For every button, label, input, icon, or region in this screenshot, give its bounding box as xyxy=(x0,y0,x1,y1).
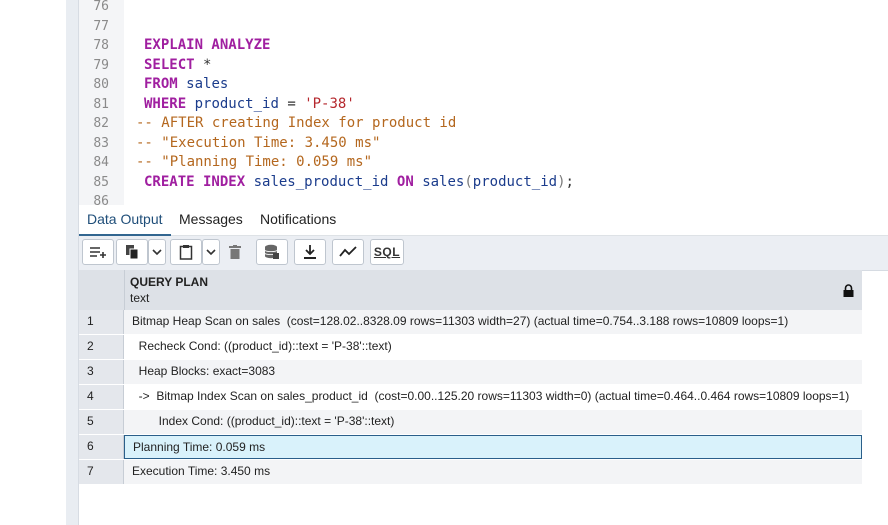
paste-button[interactable] xyxy=(170,239,202,265)
download-icon xyxy=(304,245,316,259)
query-plan-cell[interactable]: Heap Blocks: exact=3083 xyxy=(124,360,862,384)
line-number: 84 xyxy=(93,155,109,170)
code-text: WHERE product_id = 'P-38' xyxy=(144,95,355,112)
line-number: 80 xyxy=(93,77,109,92)
column-header-type: text xyxy=(130,291,150,305)
code-text: FROM sales xyxy=(144,76,229,92)
row-number[interactable]: 2 xyxy=(79,335,124,359)
line-number: 85 xyxy=(93,174,109,190)
add-row-button[interactable] xyxy=(82,239,114,265)
table-row[interactable]: 3 Heap Blocks: exact=3083 xyxy=(79,360,862,384)
editor-line[interactable]: 84 -- "Planning Time: 0.059 ms" xyxy=(79,153,372,173)
table-row[interactable]: 2 Recheck Cond: ((product_id)::text = 'P… xyxy=(79,335,862,359)
table-row[interactable]: 1 Bitmap Heap Scan on sales (cost=128.02.… xyxy=(79,310,862,334)
line-number: 76 xyxy=(93,0,109,14)
row-number[interactable]: 6 xyxy=(79,435,124,459)
query-plan-cell[interactable]: Bitmap Heap Scan on sales (cost=128.02..… xyxy=(124,310,862,334)
editor-line[interactable]: 83 -- "Execution Time: 3.450 ms" xyxy=(79,134,380,154)
sql-editor[interactable]: 76 77 78 EXPLAIN ANALYZE 79 SELECT * 80 FROM sa… xyxy=(79,0,888,205)
row-number-header[interactable] xyxy=(79,270,125,310)
table-row[interactable]: 5 Index Cond: ((product_id)::text = 'P-3… xyxy=(79,410,862,434)
copy-icon xyxy=(126,245,139,260)
code-text: EXPLAIN ANALYZE xyxy=(144,37,271,53)
line-chart-icon xyxy=(339,246,357,257)
line-number: 77 xyxy=(93,18,109,34)
tab-messages[interactable]: Messages xyxy=(171,205,251,234)
row-number[interactable]: 5 xyxy=(79,410,124,434)
query-plan-cell[interactable]: Index Cond: ((product_id)::text = 'P-38'… xyxy=(124,410,862,434)
editor-line[interactable]: 79 SELECT * xyxy=(79,56,211,76)
save-data-button[interactable] xyxy=(256,239,288,265)
database-save-icon xyxy=(264,244,279,259)
copy-button[interactable] xyxy=(116,239,148,265)
line-number: 82 xyxy=(93,116,109,131)
chevron-down-icon xyxy=(206,249,216,256)
editor-line[interactable]: 80 FROM sales xyxy=(79,75,228,95)
line-number: 81 xyxy=(93,96,109,112)
code-text: -- "Execution Time: 3.450 ms" xyxy=(136,134,381,151)
editor-line[interactable]: 86 xyxy=(79,192,109,205)
editor-line[interactable]: 85 CREATE INDEX sales_product_id ON sales… xyxy=(79,173,574,193)
copy-options-dropdown[interactable] xyxy=(148,239,166,265)
line-number: 79 xyxy=(93,57,109,73)
code-text: CREATE INDEX sales_product_id ON sales(p… xyxy=(144,173,574,190)
code-text: -- AFTER creating Index for product id xyxy=(136,115,457,131)
row-number[interactable]: 1 xyxy=(79,310,124,334)
line-number: 83 xyxy=(93,135,109,151)
add-row-icon xyxy=(90,247,106,258)
paste-options-dropdown[interactable] xyxy=(202,239,220,265)
trash-icon xyxy=(229,245,241,259)
sql-label: SQL xyxy=(373,245,401,259)
editor-line[interactable]: 82 -- AFTER creating Index for product id xyxy=(79,114,456,134)
grid-header: QUERY PLAN text xyxy=(79,270,862,311)
editor-line[interactable]: 78 EXPLAIN ANALYZE xyxy=(79,36,270,56)
editor-line[interactable]: 76 xyxy=(79,0,109,17)
table-row[interactable]: 6 Planning Time: 0.059 ms xyxy=(79,435,862,459)
lock-icon xyxy=(843,284,854,300)
left-panel xyxy=(0,0,79,525)
row-number[interactable]: 4 xyxy=(79,385,124,409)
query-plan-cell[interactable]: Execution Time: 3.450 ms xyxy=(124,460,862,484)
download-button[interactable] xyxy=(294,239,326,265)
clipboard-icon xyxy=(179,245,193,260)
code-text: SELECT * xyxy=(144,56,212,73)
editor-line[interactable]: 77 xyxy=(79,17,109,37)
table-row[interactable]: 4 -> Bitmap Index Scan on sales_product_… xyxy=(79,385,862,409)
row-number[interactable]: 3 xyxy=(79,360,124,384)
chevron-down-icon xyxy=(152,249,162,256)
editor-line[interactable]: 81 WHERE product_id = 'P-38' xyxy=(79,95,354,115)
table-row[interactable]: 7 Execution Time: 3.450 ms xyxy=(79,460,862,484)
tab-data-output[interactable]: Data Output xyxy=(79,205,171,236)
left-scrollbar[interactable] xyxy=(66,0,79,525)
delete-button[interactable] xyxy=(222,239,248,265)
result-toolbar: SQL xyxy=(79,236,888,271)
sql-button[interactable]: SQL xyxy=(370,239,404,265)
line-number: 78 xyxy=(93,38,109,53)
line-number: 86 xyxy=(93,194,109,205)
row-number[interactable]: 7 xyxy=(79,460,124,484)
query-plan-cell[interactable]: -> Bitmap Index Scan on sales_product_id… xyxy=(124,385,862,409)
column-header-name[interactable]: QUERY PLAN xyxy=(130,275,208,289)
result-tabs: Data Output Messages Notifications xyxy=(79,205,888,236)
query-plan-cell[interactable]: Recheck Cond: ((product_id)::text = 'P-3… xyxy=(124,335,862,359)
tab-notifications[interactable]: Notifications xyxy=(252,205,344,234)
query-plan-cell[interactable]: Planning Time: 0.059 ms xyxy=(124,435,862,459)
graph-visualiser-button[interactable] xyxy=(332,239,364,265)
code-text: -- "Planning Time: 0.059 ms" xyxy=(136,154,373,170)
